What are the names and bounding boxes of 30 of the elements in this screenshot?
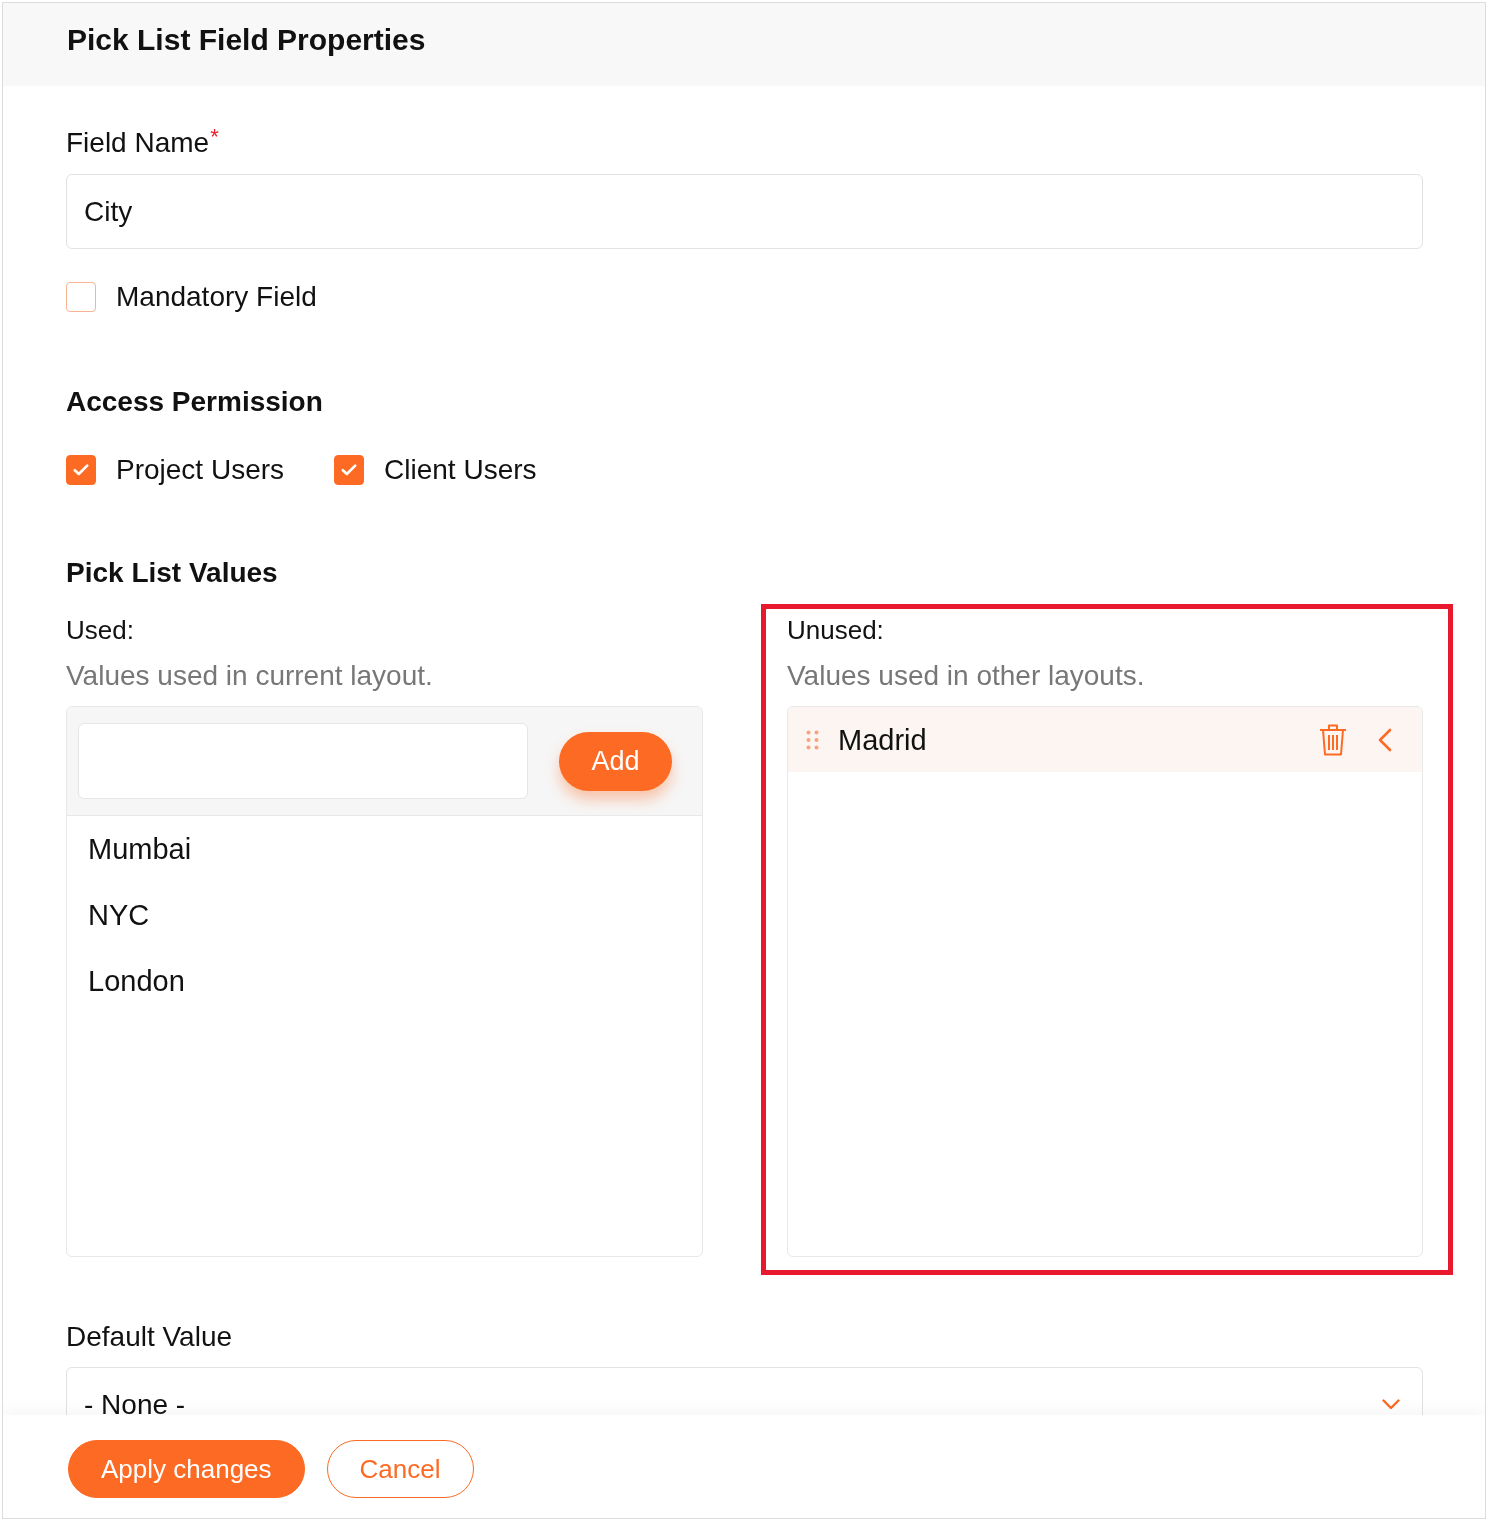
checkbox-label: Project Users: [116, 453, 285, 487]
checkbox[interactable]: [66, 455, 96, 485]
add-value-field[interactable]: [78, 723, 528, 799]
section-heading: Access Permission: [66, 385, 323, 419]
required-mark: *: [210, 124, 219, 149]
description-text: Values used in other layouts.: [787, 660, 1145, 692]
default-value-select[interactable]: - None -: [66, 1367, 1423, 1415]
checkbox[interactable]: [334, 455, 365, 485]
checkmark-icon: [73, 464, 89, 476]
chevron-down-icon: [1382, 1399, 1400, 1410]
field-name-input[interactable]: City: [66, 174, 1423, 249]
field-label: Field Name: [66, 127, 210, 158]
drag-handle-icon[interactable]: [806, 729, 819, 750]
checkbox[interactable]: [66, 282, 96, 312]
list-item[interactable]: Mumbai: [67, 816, 192, 882]
checkmark-icon: [341, 464, 358, 476]
default-value-label: Default Value: [66, 1320, 233, 1354]
section-heading: Pick List Values: [66, 556, 278, 590]
checkbox-label: Mandatory Field: [116, 280, 317, 314]
description-text: Values used in current layout.: [66, 660, 433, 692]
column-label: Unused:: [787, 614, 884, 646]
value-label: Madrid: [838, 722, 928, 757]
chevron-left-icon[interactable]: [1378, 727, 1392, 752]
trash-icon[interactable]: [1319, 723, 1347, 756]
unused-value-row[interactable]: Madrid: [788, 707, 1422, 772]
list-item[interactable]: NYC: [67, 882, 150, 948]
column-label: Used:: [66, 614, 134, 646]
checkbox-label: Client Users: [384, 453, 537, 487]
dialog-title: Pick List Field Properties: [67, 22, 426, 58]
list-item[interactable]: London: [67, 948, 185, 1014]
